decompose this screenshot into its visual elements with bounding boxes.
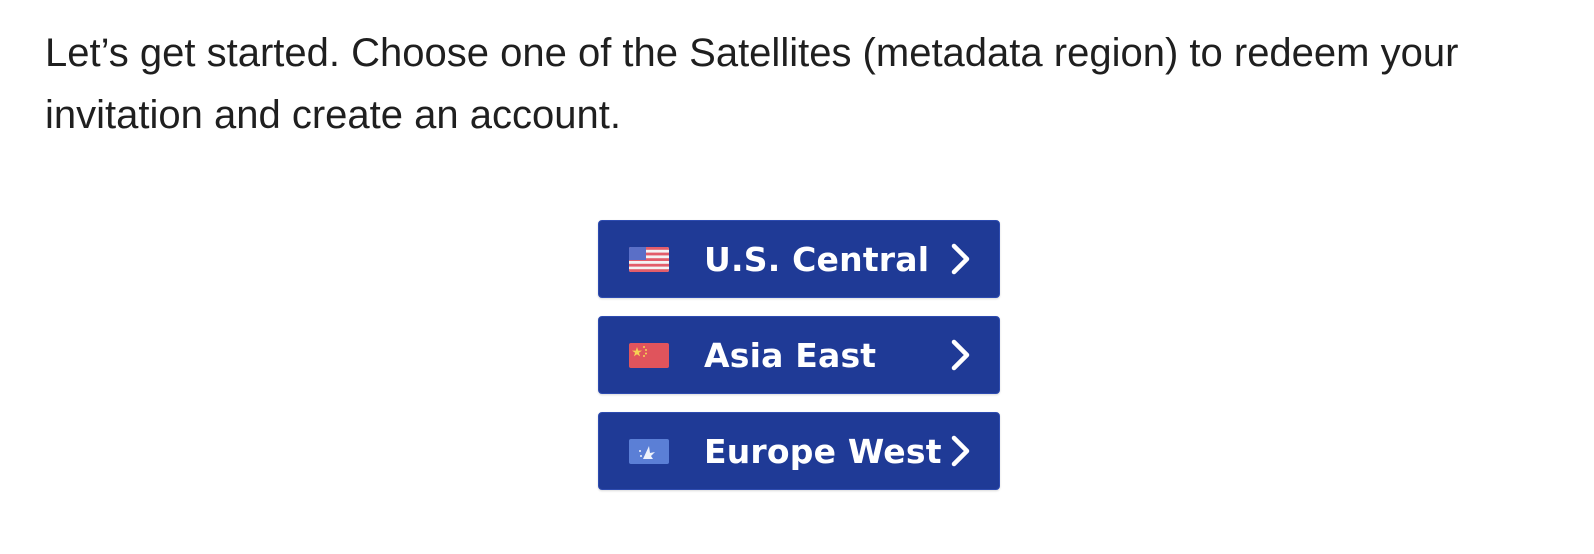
intro-text: Let’s get started. Choose one of the Sat… <box>45 31 1459 137</box>
china-flag-icon <box>629 342 669 368</box>
us-flag-icon <box>629 246 669 272</box>
region-button-label: Europe West <box>704 431 942 471</box>
region-button-us-central[interactable]: U.S. Central <box>598 220 1000 298</box>
chevron-right-icon <box>949 434 973 468</box>
region-button-list: U.S. Central Asia East Europe West <box>598 220 1000 508</box>
region-button-asia-east[interactable]: Asia East <box>598 316 1000 394</box>
eu-flag-icon <box>629 438 669 464</box>
region-button-europe-west[interactable]: Europe West <box>598 412 1000 490</box>
chevron-right-icon <box>949 338 973 372</box>
chevron-right-icon <box>949 242 973 276</box>
region-button-label: Asia East <box>704 335 877 375</box>
region-button-label: U.S. Central <box>704 239 930 279</box>
